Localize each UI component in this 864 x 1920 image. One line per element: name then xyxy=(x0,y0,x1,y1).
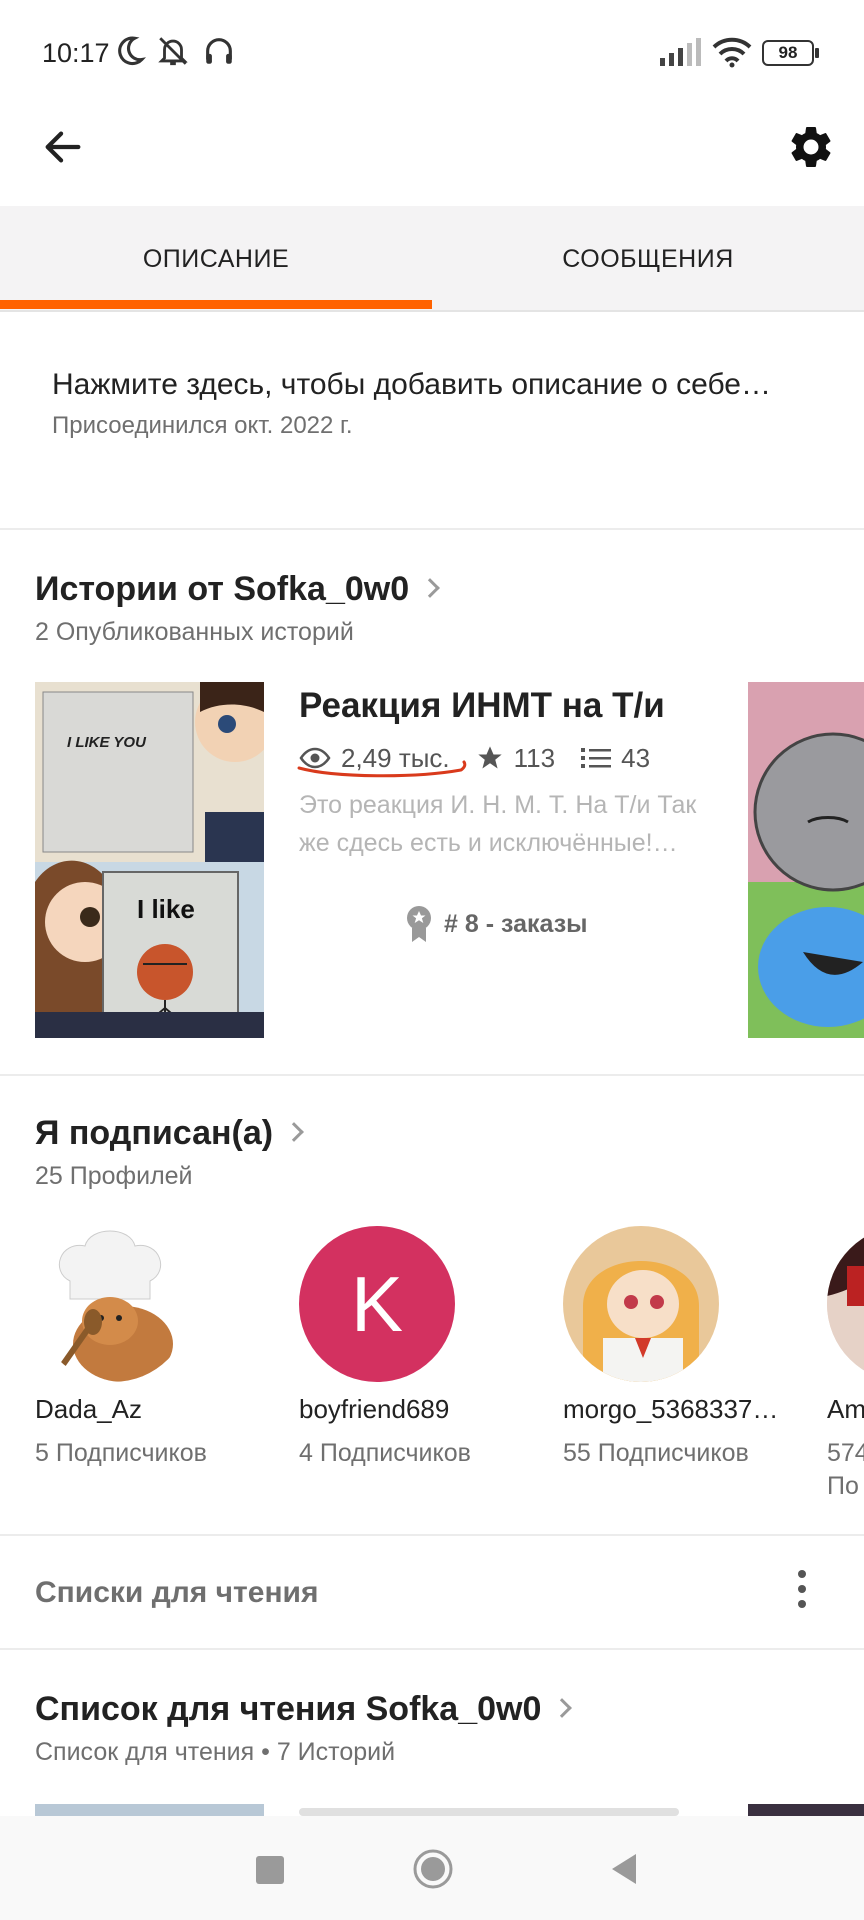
avatar xyxy=(827,1226,864,1382)
parts-count: 43 xyxy=(621,742,651,773)
active-tab-indicator xyxy=(0,300,432,309)
battery-tip xyxy=(815,48,819,58)
reading-list-header[interactable]: Список для чтения Sofka_0w0 xyxy=(35,1690,573,1729)
cover-caption-top: I LIKE YOU xyxy=(67,734,146,751)
status-bar: 10:17 98 xyxy=(0,0,864,104)
profile-card[interactable]: Dada_Az 5 Подписчиков xyxy=(35,1226,207,1468)
home-button[interactable] xyxy=(412,1848,454,1890)
anime-girl-avatar-art xyxy=(563,1226,719,1382)
profile-followers: 5 Подписчиков xyxy=(35,1439,207,1467)
stories-count: 2 Опубликованных историй xyxy=(35,618,354,646)
mute-bell-icon xyxy=(158,37,188,66)
profile-card[interactable]: Am 574 По xyxy=(827,1226,864,1501)
following-count: 25 Профилей xyxy=(35,1162,193,1190)
profile-card[interactable]: morgo_5368337… 55 Подписчиков xyxy=(563,1226,778,1468)
profile-followers: 574 xyxy=(827,1439,864,1467)
avatar: K xyxy=(299,1226,455,1382)
partial-avatar-art xyxy=(827,1226,864,1382)
star-icon xyxy=(477,746,502,769)
chevron-right-icon xyxy=(284,1122,304,1142)
votes-stat: 113 xyxy=(476,743,555,774)
red-underline-annotation xyxy=(297,760,467,778)
story-cover[interactable]: I LIKE YOU I like xyxy=(35,682,264,1038)
profile-name: morgo_5368337… xyxy=(563,1394,779,1424)
stories-section-header[interactable]: Истории от Sofka_0w0 xyxy=(35,570,441,609)
status-time: 10:17 xyxy=(42,38,110,68)
profile-followers: 4 Подписчиков xyxy=(299,1439,471,1467)
story-cover-2-art xyxy=(748,682,864,1038)
divider xyxy=(0,1648,864,1650)
award-icon xyxy=(407,906,431,942)
avatar xyxy=(35,1226,191,1382)
headphones-icon xyxy=(206,38,232,64)
battery-icon: 98 xyxy=(762,40,814,66)
story-description: Это реакция И. Н. М. Т. На Т/и Так же сд… xyxy=(299,791,697,857)
parts-stat: 43 xyxy=(581,743,650,774)
joined-date: Присоединился окт. 2022 г. xyxy=(52,412,353,439)
profile-card[interactable]: K boyfriend689 4 Подписчиков xyxy=(299,1226,471,1468)
profile-followers: 55 Подписчиков xyxy=(563,1439,749,1467)
chevron-right-icon xyxy=(420,578,441,598)
profile-tabs: ОПИСАНИЕ СООБЩЕНИЯ xyxy=(0,206,864,312)
signal-icon xyxy=(660,38,701,66)
more-options-icon[interactable] xyxy=(790,1570,814,1614)
list-icon xyxy=(581,748,612,768)
stories-section-title: Истории от Sofka_0w0 xyxy=(35,570,410,608)
votes-count: 113 xyxy=(513,742,556,773)
battery-level: 98 xyxy=(778,43,798,62)
reading-list-title-peek xyxy=(299,1808,679,1816)
profile-name: Am xyxy=(827,1394,864,1424)
divider xyxy=(0,1074,864,1076)
cover-caption-bottom: I like xyxy=(137,894,195,924)
system-nav-bar xyxy=(0,1816,864,1920)
gear-icon[interactable] xyxy=(786,122,836,172)
tab-description-label: ОПИСАНИЕ xyxy=(142,244,290,273)
recents-button[interactable] xyxy=(256,1856,284,1884)
back-button[interactable] xyxy=(608,1852,640,1886)
story-title[interactable]: Реакция ИНМТ на Т/и xyxy=(299,686,665,726)
reading-lists-label: Списки для чтения xyxy=(35,1576,319,1609)
chef-cat-avatar-art xyxy=(35,1226,191,1382)
profile-name: Dada_Az xyxy=(35,1394,142,1424)
divider xyxy=(0,1534,864,1536)
following-section-title: Я подписан(а) xyxy=(35,1114,274,1152)
avatar xyxy=(563,1226,719,1382)
app-bar xyxy=(0,104,864,206)
divider xyxy=(0,528,864,530)
tab-messages[interactable]: СООБЩЕНИЯ xyxy=(432,206,864,312)
avatar-initial: K xyxy=(350,1259,404,1348)
moon-icon xyxy=(118,36,146,66)
reading-list-title: Список для чтения Sofka_0w0 xyxy=(35,1690,542,1728)
reading-list-cover-peek xyxy=(748,1804,864,1816)
reading-list-cover-peek xyxy=(35,1804,264,1816)
profile-name: boyfriend689 xyxy=(299,1394,450,1424)
tab-messages-label: СООБЩЕНИЯ xyxy=(562,244,734,273)
chevron-right-icon xyxy=(552,1698,573,1718)
story-cover-2[interactable] xyxy=(748,682,864,1038)
profile-followers-line2: По xyxy=(827,1472,859,1500)
following-section-header[interactable]: Я подписан(а) xyxy=(35,1114,304,1153)
tab-description[interactable]: ОПИСАНИЕ xyxy=(0,206,432,312)
back-arrow-icon[interactable] xyxy=(40,124,86,170)
story-rank: # 8 - заказы xyxy=(404,904,587,944)
add-description-prompt[interactable]: Нажмите здесь, чтобы добавить описание о… xyxy=(52,368,771,402)
reading-list-subtitle: Список для чтения • 7 Историй xyxy=(35,1738,396,1766)
story-rank-label: # 8 - заказы xyxy=(444,909,588,938)
wifi-icon xyxy=(712,37,752,68)
